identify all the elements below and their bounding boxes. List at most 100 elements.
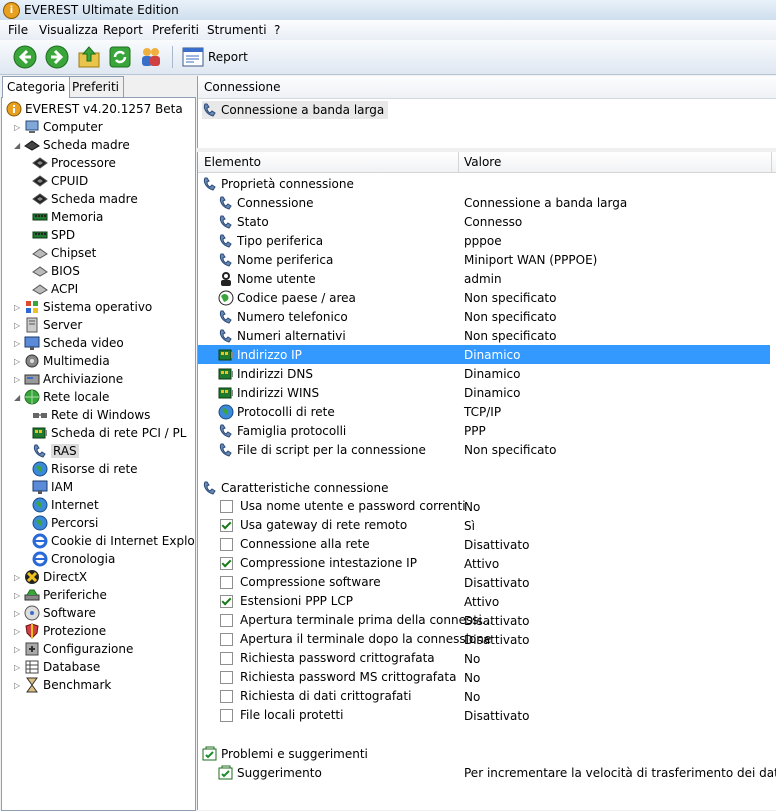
back-button[interactable]: [13, 45, 37, 69]
list-row[interactable]: Numero telefonico Non specificato: [198, 307, 770, 326]
tree-item[interactable]: EVEREST v4.20.1257 Beta: [6, 100, 183, 118]
expand-arrow-icon[interactable]: ▷: [14, 573, 24, 582]
list-row[interactable]: Richiesta password crittografata No: [198, 649, 770, 668]
list-row[interactable]: Codice paese / area Non specificato: [198, 288, 770, 307]
tree-item[interactable]: ▷ DirectX: [14, 568, 87, 586]
group-row[interactable]: Problemi e suggerimenti: [198, 744, 770, 763]
column-header-elemento[interactable]: Elemento: [204, 155, 261, 169]
tree-item[interactable]: BIOS: [32, 262, 80, 280]
expand-arrow-icon[interactable]: ▷: [14, 591, 24, 600]
list-row[interactable]: Richiesta di dati crittografati No: [198, 687, 770, 706]
list-row[interactable]: Estensioni PPP LCP Attivo: [198, 592, 770, 611]
tree-item[interactable]: Cronologia: [32, 550, 115, 568]
collapse-arrow-icon[interactable]: ◢: [14, 141, 24, 150]
group-row[interactable]: Caratteristiche connessione: [198, 478, 770, 497]
tree-item[interactable]: Percorsi: [32, 514, 98, 532]
list-row[interactable]: Compressione software Disattivato: [198, 573, 770, 592]
tree-item[interactable]: ▷ Server: [14, 316, 82, 334]
expand-arrow-icon[interactable]: ▷: [14, 357, 24, 366]
tree-item[interactable]: ▷ Computer: [14, 118, 103, 136]
list-row[interactable]: Suggerimento Per incrementare la velocità…: [198, 763, 776, 782]
category-tree[interactable]: EVEREST v4.20.1257 Beta ▷ Computer ◢ Scheda …: [1, 97, 196, 811]
list-row[interactable]: Connessione Connessione a banda larga: [198, 193, 770, 212]
expand-arrow-icon[interactable]: ▷: [14, 663, 24, 672]
tree-item[interactable]: ◢ Scheda madre: [14, 136, 130, 154]
collapse-arrow-icon[interactable]: ◢: [14, 393, 24, 402]
tree-item[interactable]: ▷ Sistema operativo: [14, 298, 152, 316]
tree-item[interactable]: ▷ Multimedia: [14, 352, 110, 370]
tree-item[interactable]: ▷ Protezione: [14, 622, 106, 640]
tree-item[interactable]: CPUID: [32, 172, 88, 190]
list-row[interactable]: Protocolli di rete TCP/IP: [198, 402, 770, 421]
tree-item[interactable]: ▷ Archiviazione: [14, 370, 123, 388]
list-row[interactable]: Numeri alternativi Non specificato: [198, 326, 770, 345]
column-divider[interactable]: [458, 152, 459, 172]
tree-item[interactable]: Scheda madre: [32, 190, 138, 208]
tree-item[interactable]: ◢ Rete locale: [14, 388, 109, 406]
menu-report[interactable]: Report: [103, 23, 143, 37]
tab-categoria[interactable]: Categoria: [2, 76, 71, 98]
list-row[interactable]: Compressione intestazione IP Attivo: [198, 554, 770, 573]
list-row[interactable]: Indirizzo IP Dinamico: [198, 345, 770, 364]
menu-preferiti[interactable]: Preferiti: [152, 23, 199, 37]
list-row[interactable]: Famiglia protocolli PPP: [198, 421, 770, 440]
expand-arrow-icon[interactable]: ▷: [14, 681, 24, 690]
tree-item[interactable]: ▷ Benchmark: [14, 676, 111, 694]
users-button[interactable]: [139, 45, 163, 69]
menu-visualizza[interactable]: Visualizza: [39, 23, 98, 37]
list-row[interactable]: Indirizzi WINS Dinamico: [198, 383, 770, 402]
group-row[interactable]: Proprietà connessione: [198, 174, 770, 193]
tree-item[interactable]: ACPI: [32, 280, 78, 298]
tree-item[interactable]: IAM: [32, 478, 73, 496]
list-row[interactable]: Usa gateway di rete remoto Sì: [198, 516, 770, 535]
expand-arrow-icon[interactable]: ▷: [14, 339, 24, 348]
tree-item[interactable]: Memoria: [32, 208, 103, 226]
chip-icon: [32, 191, 48, 207]
tree-item[interactable]: RAS: [32, 442, 79, 460]
tree-item[interactable]: Internet: [32, 496, 99, 514]
tree-item[interactable]: ▷ Periferiche: [14, 586, 107, 604]
refresh-button[interactable]: [108, 45, 132, 69]
list-row[interactable]: File locali protetti Disattivato: [198, 706, 770, 725]
expand-arrow-icon[interactable]: ▷: [14, 123, 24, 132]
expand-arrow-icon[interactable]: ▷: [14, 375, 24, 384]
list-row[interactable]: Indirizzi DNS Dinamico: [198, 364, 770, 383]
tree-item[interactable]: ▷ Software: [14, 604, 96, 622]
tree-item[interactable]: SPD: [32, 226, 75, 244]
tab-preferiti[interactable]: Preferiti: [67, 76, 124, 97]
tree-item[interactable]: Processore: [32, 154, 116, 172]
expand-arrow-icon[interactable]: ▷: [14, 303, 24, 312]
expand-arrow-icon[interactable]: ▷: [14, 627, 24, 636]
list-row[interactable]: Tipo periferica pppoe: [198, 231, 770, 250]
list-row[interactable]: Apertura il terminale dopo la connession…: [198, 630, 770, 649]
tree-item[interactable]: Rete di Windows: [32, 406, 150, 424]
tree-item[interactable]: ▷ Database: [14, 658, 100, 676]
column-divider[interactable]: [771, 152, 772, 172]
list-row[interactable]: Apertura terminale prima della connessi.…: [198, 611, 770, 630]
report-button[interactable]: Report: [182, 46, 248, 68]
expand-arrow-icon[interactable]: ▷: [14, 645, 24, 654]
tree-item[interactable]: Chipset: [32, 244, 96, 262]
list-row[interactable]: Usa nome utente e password correnti No: [198, 497, 770, 516]
column-header-valore[interactable]: Valore: [464, 155, 501, 169]
menu-strumenti[interactable]: Strumenti: [207, 23, 267, 37]
tree-item[interactable]: ▷ Scheda video: [14, 334, 124, 352]
connection-item[interactable]: Connessione a banda larga: [202, 101, 389, 119]
tree-item[interactable]: ▷ Configurazione: [14, 640, 133, 658]
forward-button[interactable]: [45, 45, 69, 69]
tree-item[interactable]: Risorse di rete: [32, 460, 138, 478]
tree-item[interactable]: Cookie di Internet Explo: [32, 532, 195, 550]
list-row[interactable]: Richiesta password MS crittografata No: [198, 668, 770, 687]
details-list[interactable]: Elemento Valore Proprietà connessione Con…: [197, 152, 776, 810]
list-row[interactable]: Nome periferica Miniport WAN (PPPOE): [198, 250, 770, 269]
list-row[interactable]: Stato Connesso: [198, 212, 770, 231]
expand-arrow-icon[interactable]: ▷: [14, 321, 24, 330]
expand-arrow-icon[interactable]: ▷: [14, 609, 24, 618]
list-row[interactable]: File di script per la connessione Non spe…: [198, 440, 770, 459]
list-row[interactable]: Connessione alla rete Disattivato: [198, 535, 770, 554]
list-row[interactable]: Nome utente admin: [198, 269, 770, 288]
menu-help[interactable]: ?: [274, 23, 280, 37]
up-button[interactable]: [77, 45, 101, 69]
menu-file[interactable]: File: [8, 23, 28, 37]
tree-item[interactable]: Scheda di rete PCI / PL: [32, 424, 186, 442]
